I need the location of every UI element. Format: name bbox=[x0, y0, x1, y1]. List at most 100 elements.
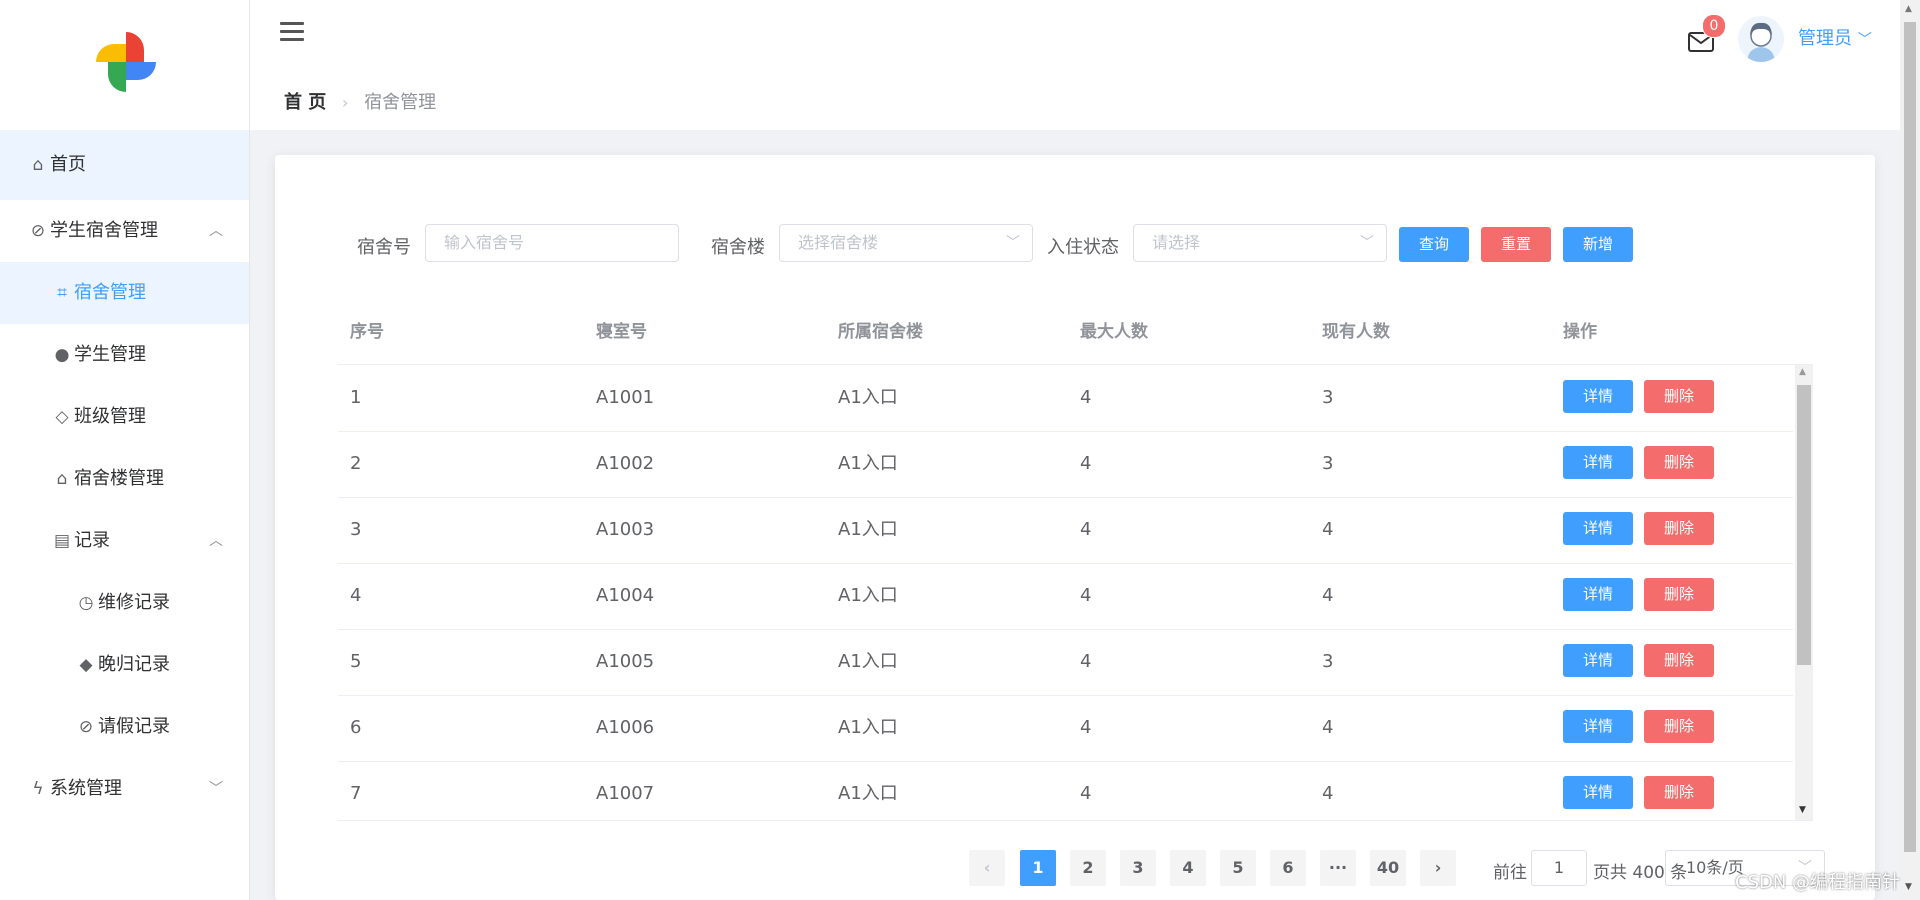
notification-badge: 0 bbox=[1702, 14, 1726, 38]
page-button[interactable]: 4 bbox=[1170, 850, 1206, 886]
scroll-down-icon[interactable]: ▼ bbox=[1799, 805, 1806, 815]
reset-button[interactable]: 重置 bbox=[1481, 227, 1551, 262]
page-scrollbar[interactable]: ▲ ▼ bbox=[1900, 0, 1920, 900]
scrollbar-thumb[interactable] bbox=[1904, 22, 1916, 852]
sidebar-item-dorm-management-group[interactable]: ⊘ 学生宿舍管理 ︿ bbox=[0, 200, 249, 262]
table-cell: A1入口 bbox=[838, 453, 898, 474]
table-cell: A1007 bbox=[596, 783, 655, 804]
delete-button[interactable]: 删除 bbox=[1644, 710, 1714, 743]
detail-button[interactable]: 详情 bbox=[1563, 578, 1633, 611]
dorm-no-input[interactable]: 输入宿舍号 bbox=[425, 224, 679, 262]
detail-button[interactable]: 详情 bbox=[1563, 380, 1633, 413]
table-row[interactable]: 4 A1004 A1入口 4 4 详情 删除 bbox=[338, 563, 1793, 630]
sidebar-item-leave-records[interactable]: ⊘ 请假记录 bbox=[0, 696, 249, 758]
table-cell: 1 bbox=[350, 387, 362, 408]
table-row[interactable]: 3 A1003 A1入口 4 4 详情 删除 bbox=[338, 497, 1793, 564]
sidebar-item-students[interactable]: ● 学生管理 bbox=[0, 324, 249, 386]
sidebar-item-buildings[interactable]: ⌂ 宿舍楼管理 bbox=[0, 448, 249, 510]
tag-icon: ◆ bbox=[79, 655, 93, 675]
scroll-up-icon[interactable]: ▲ bbox=[1905, 4, 1912, 14]
sidebar-item-records-group[interactable]: ▤ 记录 ︿ bbox=[0, 510, 249, 572]
detail-button[interactable]: 详情 bbox=[1563, 446, 1633, 479]
search-button[interactable]: 查询 bbox=[1399, 227, 1469, 262]
dorm-table: 序号 寝室号 所属宿舍楼 最大人数 现有人数 操作 7 A1007 A1入口 4 4 详情… bbox=[338, 300, 1813, 821]
sidebar-item-classes[interactable]: ◇ 班级管理 bbox=[0, 386, 249, 448]
page-button[interactable]: 5 bbox=[1220, 850, 1256, 886]
chevron-down-icon: ﹀ bbox=[1857, 32, 1872, 48]
table-row[interactable]: 2 A1002 A1入口 4 3 详情 删除 bbox=[338, 431, 1793, 498]
delete-button[interactable]: 删除 bbox=[1644, 380, 1714, 413]
table-body[interactable]: 7 A1007 A1入口 4 4 详情 删除 6 A1006 A1入口 4 4 详情 删除 5 A1005 A1… bbox=[338, 365, 1813, 821]
sidebar-item-label: 学生宿舍管理 bbox=[50, 220, 158, 241]
scrollbar-thumb[interactable] bbox=[1797, 385, 1811, 665]
goto-label: 前往 bbox=[1493, 863, 1527, 883]
dorm-no-placeholder: 输入宿舍号 bbox=[444, 233, 525, 252]
breadcrumb: 首 页 › 宿舍管理 bbox=[284, 88, 436, 114]
building-select[interactable]: 选择宿舍楼 ﹀ bbox=[779, 224, 1033, 262]
table-cell: A1001 bbox=[596, 387, 655, 408]
table-cell: A1004 bbox=[596, 585, 655, 606]
sidebar-item-dorm[interactable]: ⌗ 宿舍管理 bbox=[0, 262, 249, 324]
table-row[interactable]: 7 A1007 A1入口 4 4 详情 删除 bbox=[338, 761, 1793, 820]
table-cell: A1006 bbox=[596, 717, 655, 738]
detail-button[interactable]: 详情 bbox=[1563, 710, 1633, 743]
building-placeholder: 选择宿舍楼 bbox=[798, 233, 879, 252]
page-button[interactable]: 2 bbox=[1070, 850, 1106, 886]
user-name: 管理员 bbox=[1798, 28, 1852, 49]
next-page-button[interactable]: › bbox=[1420, 850, 1456, 886]
dorm-no-label: 宿舍号 bbox=[357, 237, 411, 258]
table-cell: 3 bbox=[1322, 387, 1334, 408]
breadcrumb-separator-icon: › bbox=[342, 93, 349, 112]
table-row[interactable]: 1 A1001 A1入口 4 3 详情 删除 bbox=[338, 365, 1793, 432]
sidebar-item-home[interactable]: ⌂ 首页 bbox=[0, 130, 249, 200]
delete-button[interactable]: 删除 bbox=[1644, 512, 1714, 545]
chevron-down-icon: ﹀ bbox=[209, 781, 223, 797]
breadcrumb-home[interactable]: 首 页 bbox=[284, 92, 326, 113]
menu-toggle-icon[interactable] bbox=[280, 22, 304, 44]
table-cell: 4 bbox=[1080, 717, 1092, 738]
table-scrollbar[interactable]: ▲ ▼ bbox=[1795, 365, 1813, 820]
page-button[interactable]: 1 bbox=[1020, 850, 1056, 886]
table-cell: A1入口 bbox=[838, 651, 898, 672]
table-cell: 4 bbox=[350, 585, 362, 606]
user-menu[interactable]: 管理员 ﹀ bbox=[1798, 24, 1872, 50]
table-row[interactable]: 6 A1006 A1入口 4 4 详情 删除 bbox=[338, 695, 1793, 762]
sidebar-item-late-return-records[interactable]: ◆ 晚归记录 bbox=[0, 634, 249, 696]
page-button[interactable]: 3 bbox=[1120, 850, 1156, 886]
delete-button[interactable]: 删除 bbox=[1644, 776, 1714, 809]
detail-button[interactable]: 详情 bbox=[1563, 512, 1633, 545]
goto-page-input[interactable]: 1 bbox=[1531, 850, 1587, 886]
scroll-down-icon[interactable]: ▼ bbox=[1905, 882, 1912, 892]
sidebar: ⌂ 首页 ⊘ 学生宿舍管理 ︿ ⌗ 宿舍管理 ● 学生管理 ◇ 班级管理 ⌂ 宿舍楼管理 ▤… bbox=[0, 0, 250, 900]
page-button[interactable]: 40 bbox=[1370, 850, 1406, 886]
chevron-down-icon: ﹀ bbox=[1360, 235, 1374, 251]
table-cell: A1入口 bbox=[838, 783, 898, 804]
column-header: 序号 bbox=[350, 322, 384, 342]
scroll-up-icon[interactable]: ▲ bbox=[1799, 367, 1806, 377]
detail-button[interactable]: 详情 bbox=[1563, 776, 1633, 809]
delete-button[interactable]: 删除 bbox=[1644, 578, 1714, 611]
sidebar-item-system-group[interactable]: ϟ 系统管理 ﹀ bbox=[0, 758, 249, 820]
page-button[interactable]: 6 bbox=[1270, 850, 1306, 886]
delete-button[interactable]: 删除 bbox=[1644, 644, 1714, 677]
status-select[interactable]: 请选择 ﹀ bbox=[1133, 224, 1387, 262]
table-header: 序号 寝室号 所属宿舍楼 最大人数 现有人数 操作 bbox=[338, 300, 1813, 365]
more-pages-button[interactable]: ··· bbox=[1320, 850, 1356, 886]
lightning-icon: ϟ bbox=[32, 779, 44, 799]
sidebar-item-repair-records[interactable]: ◷ 维修记录 bbox=[0, 572, 249, 634]
chevron-up-icon: ︿ bbox=[209, 533, 223, 549]
table-cell: 4 bbox=[1080, 453, 1092, 474]
delete-button[interactable]: 删除 bbox=[1644, 446, 1714, 479]
table-cell: 4 bbox=[1080, 651, 1092, 672]
main-card: 宿舍号 输入宿舍号 宿舍楼 选择宿舍楼 ﹀ 入住状态 请选择 ﹀ 查询 重置 新… bbox=[275, 155, 1875, 900]
alarm-clock-icon: ◷ bbox=[78, 593, 94, 613]
table-row[interactable]: 5 A1005 A1入口 4 3 详情 删除 bbox=[338, 629, 1793, 696]
avatar[interactable] bbox=[1738, 16, 1784, 62]
column-header: 寝室号 bbox=[596, 322, 647, 342]
table-cell: 4 bbox=[1080, 387, 1092, 408]
detail-button[interactable]: 详情 bbox=[1563, 644, 1633, 677]
sidebar-item-label: 维修记录 bbox=[98, 592, 170, 613]
add-button[interactable]: 新增 bbox=[1563, 227, 1633, 262]
sidebar-item-label: 晚归记录 bbox=[98, 654, 170, 675]
prev-page-button[interactable]: ‹ bbox=[969, 850, 1005, 886]
